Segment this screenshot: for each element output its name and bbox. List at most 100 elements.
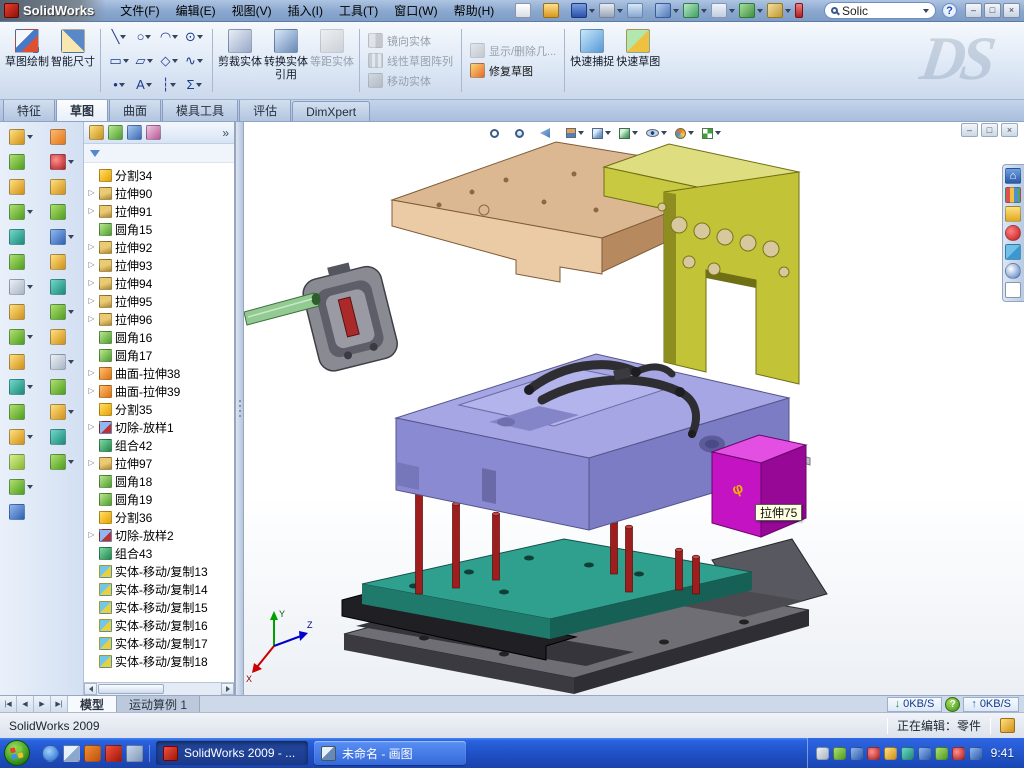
panel-splitter[interactable] xyxy=(235,122,244,695)
overflow-chevron[interactable]: » xyxy=(222,126,229,140)
task-pane-tab-icon[interactable] xyxy=(1005,187,1021,203)
command-button[interactable]: 草图绘制 xyxy=(4,25,50,96)
minimize-button[interactable]: – xyxy=(965,3,982,18)
quick-launch-icon[interactable] xyxy=(42,745,59,762)
expand-arrow-icon[interactable]: ▷ xyxy=(87,292,96,310)
search-input[interactable]: Solic xyxy=(842,4,922,18)
task-pane-tab-icon[interactable] xyxy=(1005,206,1021,222)
expand-arrow-icon[interactable]: ▷ xyxy=(87,202,96,220)
start-button[interactable] xyxy=(2,739,32,767)
command-button[interactable]: 快速草图 xyxy=(615,25,661,96)
sketch-tool-button[interactable]: Σ xyxy=(182,73,206,96)
commandmanager-tab[interactable]: 特征 xyxy=(3,98,55,121)
search-dropdown-icon[interactable] xyxy=(923,9,929,13)
tree-item[interactable]: ▷ 拉伸91 xyxy=(87,202,234,220)
tree-item[interactable]: ▷ 曲面-拉伸39 xyxy=(87,382,234,400)
tree-item[interactable]: 圆角15 xyxy=(87,220,234,238)
sketch-tool-button[interactable]: ◠ xyxy=(157,25,181,48)
commandmanager-tab[interactable]: 草图 xyxy=(56,98,108,121)
command-button[interactable]: 等距实体 xyxy=(309,25,355,96)
tree-item[interactable]: 组合43 xyxy=(87,544,234,562)
tool-button[interactable] xyxy=(9,129,33,145)
task-pane-tab-icon[interactable] xyxy=(1005,244,1021,260)
tree-item[interactable]: 圆角16 xyxy=(87,328,234,346)
tool-button[interactable] xyxy=(9,154,33,170)
tool-button[interactable] xyxy=(9,404,33,420)
sketch-tool-button[interactable]: ∿ xyxy=(182,49,206,72)
help-icon[interactable]: ? xyxy=(942,3,957,18)
expand-arrow-icon[interactable]: ▷ xyxy=(87,256,96,274)
panel-tab-icon[interactable] xyxy=(108,125,123,140)
toolbar-button[interactable] xyxy=(570,2,596,19)
net-help-icon[interactable]: ? xyxy=(945,697,960,712)
toolbar-button[interactable] xyxy=(682,2,708,19)
expand-arrow-icon[interactable]: ▷ xyxy=(87,364,96,382)
sketch-tool-button[interactable]: ╲ xyxy=(107,25,131,48)
command-button[interactable]: 转换实体引用 xyxy=(263,25,309,96)
scroll-thumb[interactable] xyxy=(98,684,164,694)
expand-arrow-icon[interactable]: ▷ xyxy=(87,382,96,400)
toolbar-button[interactable] xyxy=(654,2,680,19)
command-button[interactable]: 剪裁实体 xyxy=(217,25,263,96)
commandmanager-tab[interactable]: 曲面 xyxy=(109,98,161,121)
tray-icon[interactable] xyxy=(833,747,846,760)
tool-button[interactable] xyxy=(9,304,33,320)
tool-button[interactable] xyxy=(9,479,33,495)
toolbar-button[interactable] xyxy=(542,2,568,19)
tree-item[interactable]: 分割36 xyxy=(87,508,234,526)
tree-item[interactable]: ▷ 切除-放样1 xyxy=(87,418,234,436)
view-tool-button[interactable] xyxy=(643,124,670,142)
tree-item[interactable]: 组合42 xyxy=(87,436,234,454)
tool-button[interactable] xyxy=(50,329,74,345)
search-box[interactable]: Solic xyxy=(824,2,936,19)
toolbar-button[interactable] xyxy=(710,2,736,19)
sketch-tool-button[interactable]: • xyxy=(107,73,131,96)
tool-button[interactable] xyxy=(9,429,33,445)
sketch-tool-button[interactable]: ○ xyxy=(132,25,156,48)
command-button[interactable]: 智能尺寸 xyxy=(50,25,96,96)
view-tool-button[interactable] xyxy=(512,124,535,142)
tree-item[interactable]: ▷ 曲面-拉伸38 xyxy=(87,364,234,382)
doc-restore-button[interactable]: □ xyxy=(981,123,998,137)
tree-item[interactable]: ▷ 拉伸93 xyxy=(87,256,234,274)
menu-item[interactable]: 文件(F) xyxy=(112,0,167,21)
tool-button[interactable] xyxy=(50,179,74,195)
tray-icon[interactable] xyxy=(901,747,914,760)
tree-item[interactable]: ▷ 拉伸96 xyxy=(87,310,234,328)
view-tool-button[interactable] xyxy=(699,124,724,142)
tool-button[interactable] xyxy=(9,254,33,270)
scroll-left-icon[interactable] xyxy=(84,683,97,695)
task-pane-tab-icon[interactable] xyxy=(1005,263,1021,279)
tool-button[interactable] xyxy=(50,454,74,470)
tree-item[interactable]: 圆角17 xyxy=(87,346,234,364)
restore-button[interactable]: □ xyxy=(984,3,1001,18)
3d-model-view[interactable]: φ Y Z X xyxy=(244,122,1024,695)
expand-arrow-icon[interactable]: ▷ xyxy=(87,418,96,436)
tree-item[interactable]: 圆角19 xyxy=(87,490,234,508)
expand-arrow-icon[interactable]: ▷ xyxy=(87,238,96,256)
tool-button[interactable] xyxy=(9,204,33,220)
tab-scroll-last-button[interactable]: ▶| xyxy=(51,696,68,712)
tool-button[interactable] xyxy=(50,279,74,295)
view-tool-button[interactable] xyxy=(672,124,697,142)
command-button[interactable]: 移动实体 xyxy=(366,72,455,90)
tree-horizontal-scrollbar[interactable] xyxy=(84,682,234,695)
tool-button[interactable] xyxy=(50,154,74,170)
view-tool-button[interactable] xyxy=(537,124,561,142)
tray-icon[interactable] xyxy=(867,747,880,760)
tool-button[interactable] xyxy=(50,379,74,395)
toolbar-button[interactable] xyxy=(738,2,764,19)
expand-arrow-icon[interactable]: ▷ xyxy=(87,454,96,472)
tree-item[interactable]: 圆角18 xyxy=(87,472,234,490)
commandmanager-tab[interactable]: 模具工具 xyxy=(162,98,238,121)
sketch-tool-button[interactable]: ⊙ xyxy=(182,25,206,48)
tray-icon[interactable] xyxy=(816,747,829,760)
sketch-tool-button[interactable]: ┆ xyxy=(157,73,181,96)
tree-filter-bar[interactable] xyxy=(84,144,234,163)
tool-button[interactable] xyxy=(9,329,33,345)
tool-button[interactable] xyxy=(9,229,33,245)
tree-item[interactable]: ▷ 拉伸97 xyxy=(87,454,234,472)
toolbar-button[interactable] xyxy=(514,2,540,19)
tool-button[interactable] xyxy=(9,279,33,295)
view-tool-button[interactable] xyxy=(487,124,510,142)
